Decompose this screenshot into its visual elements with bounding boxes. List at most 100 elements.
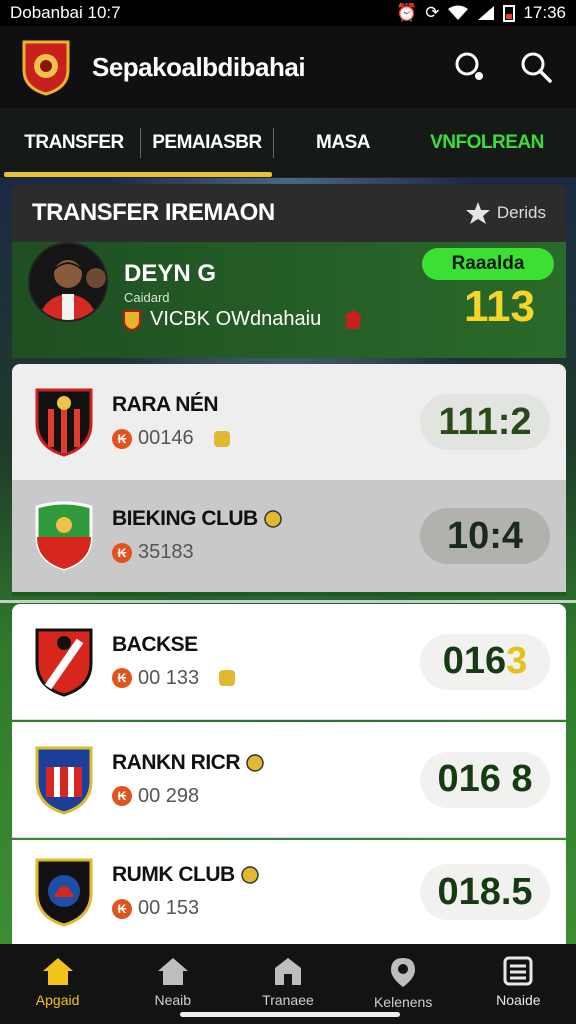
score-badge: 016 3 [420, 633, 550, 690]
score-value: 111:2 [438, 400, 532, 443]
battery-icon [503, 4, 516, 22]
filter-search-button[interactable] [450, 47, 490, 87]
alarm-icon: ⏰ [396, 3, 418, 22]
id-icon: ₭ [112, 542, 132, 563]
verified-badge-icon [246, 753, 264, 772]
team-id-text: 00146 [138, 427, 194, 449]
list-item[interactable]: BACKSE ₭ 00 133 016 3 [12, 604, 566, 720]
verified-badge-icon [263, 510, 282, 528]
score-accent: 3 [506, 640, 528, 682]
search-button[interactable] [516, 47, 556, 87]
team-crest-icon [35, 388, 93, 457]
nav-item-noaide[interactable]: Noaide [468, 956, 568, 1008]
tab-label: PEMAIASBR [152, 131, 262, 153]
team-crest-icon [35, 746, 93, 815]
app-title: Sepakoalbdibahai [92, 51, 306, 82]
score-badge: 016 8 [420, 751, 550, 808]
team-id: ₭ 00 298 [112, 785, 199, 808]
status-carrier: Dobanbai 10:7 [10, 3, 121, 22]
transfer-status-label: Raaaldа [451, 253, 525, 274]
sync-icon: ⟳ [425, 3, 440, 22]
nav-item-neaib[interactable]: Neaib [123, 956, 223, 1008]
shop-icon [274, 958, 301, 985]
status-icons: ⏰ ⟳ 17:36 [396, 3, 566, 23]
nav-item-tranaee[interactable]: Tranaee [238, 956, 338, 1008]
team-crest-icon [35, 858, 93, 927]
details-button[interactable]: Derids [465, 201, 546, 225]
team-id-text: 00 133 [138, 666, 200, 689]
team-id-text: 00 153 [138, 897, 200, 919]
nav-item-apgaid[interactable]: Apgaid [8, 956, 108, 1008]
tab-bar: TRANSFER PEMAIASBR MASA VNFOLREAN [0, 108, 576, 178]
club-shield-icon [123, 309, 141, 331]
star-icon [465, 202, 490, 224]
team-id: ₭ 35183 [112, 541, 194, 564]
location-icon [391, 958, 416, 987]
score-badge: 111:2 [420, 394, 550, 450]
app-bar: Sepakoalbdibahai [0, 26, 576, 108]
team-name-text: RUMK CLUB [112, 863, 235, 886]
house-icon [157, 958, 188, 985]
player-subtitle: Caidard [124, 290, 170, 305]
tab-pemaiasbr[interactable]: PEMAIASBR [141, 108, 273, 178]
id-icon: ₭ [112, 898, 132, 919]
score-value: 016 [442, 640, 507, 682]
club-logo-icon [22, 40, 70, 96]
list-item[interactable]: RUMK CLUB ₭ 00 153 018.5 [12, 840, 566, 944]
panel-title: TRANSFER IREMAON [32, 199, 275, 226]
player-avatar [28, 242, 108, 322]
coin-icon [213, 430, 230, 447]
nav-label: Kelenens [373, 994, 433, 1010]
player-name: DEYN G [124, 260, 217, 287]
player-club-name: VICBK OWdnahaiu [150, 308, 322, 330]
team-name: BACKSE [112, 633, 198, 657]
team-name: BIEKING CLUB [112, 507, 282, 531]
home-icon [42, 958, 73, 985]
id-icon: ₭ [112, 428, 132, 449]
team-name-text: BACKSE [112, 632, 198, 656]
nav-label: Apgaid [35, 992, 80, 1008]
tab-vnfolrean[interactable]: VNFOLREAN [412, 108, 562, 178]
home-indicator[interactable] [180, 1012, 400, 1017]
score-badge: 10:4 [420, 508, 550, 564]
team-id-text: 35183 [138, 541, 194, 563]
tab-label: TRANSFER [24, 131, 124, 153]
score-badge: 018.5 [420, 864, 550, 920]
team-name-text: BIEKING CLUB [112, 507, 258, 530]
search-icon [521, 52, 552, 83]
featured-transfer-card[interactable]: DEYN G Caidard VICBK OWdnahaiu Raaaldа 1… [12, 242, 566, 358]
club-badge-icon [345, 309, 362, 329]
tab-masa[interactable]: MASA [274, 108, 412, 178]
team-id: ₭ 00 153 [112, 897, 199, 920]
status-time: 17:36 [523, 3, 566, 22]
panel-header: TRANSFER IREMAON Derids [12, 184, 566, 242]
coin-icon [219, 670, 236, 686]
team-crest-icon [35, 501, 93, 571]
nav-label: Noaide [496, 992, 541, 1008]
player-photo-icon [30, 244, 106, 320]
list-item[interactable]: RANKN RICR ₭ 00 298 016 8 [12, 722, 566, 838]
team-name-text: RARA NÉN [112, 393, 219, 416]
tab-label: VNFOLREAN [430, 131, 544, 153]
status-bar: Dobanbai 10:7 ⏰ ⟳ 17:36 [0, 0, 576, 26]
player-club: VICBK OWdnahaiu [122, 308, 363, 331]
nav-label: Neaib [154, 992, 192, 1008]
nav-item-kelenens[interactable]: Kelenens [353, 956, 453, 1010]
team-id: ₭ 00 133 [112, 666, 236, 690]
tab-transfer[interactable]: TRANSFER [8, 108, 140, 178]
team-id: ₭ 00146 [112, 427, 230, 450]
transfer-status-badge[interactable]: Raaaldа [422, 248, 554, 280]
active-tab-indicator [4, 172, 272, 177]
list-item[interactable]: BIEKING CLUB ₭ 35183 10:4 [12, 480, 566, 596]
team-crest-icon [35, 628, 93, 697]
signal-icon [478, 6, 495, 20]
search-alt-icon [455, 52, 483, 80]
score-value: 016 8 [437, 758, 533, 800]
wifi-icon [448, 5, 469, 20]
score-value: 018.5 [437, 870, 533, 913]
list-item[interactable]: RARA NÉN ₭ 00146 111:2 [12, 364, 566, 480]
team-id-text: 00 298 [138, 784, 200, 807]
team-name: RANKN RICR [112, 751, 264, 775]
featured-score: 113 [464, 282, 535, 331]
pitch-line [0, 600, 576, 603]
